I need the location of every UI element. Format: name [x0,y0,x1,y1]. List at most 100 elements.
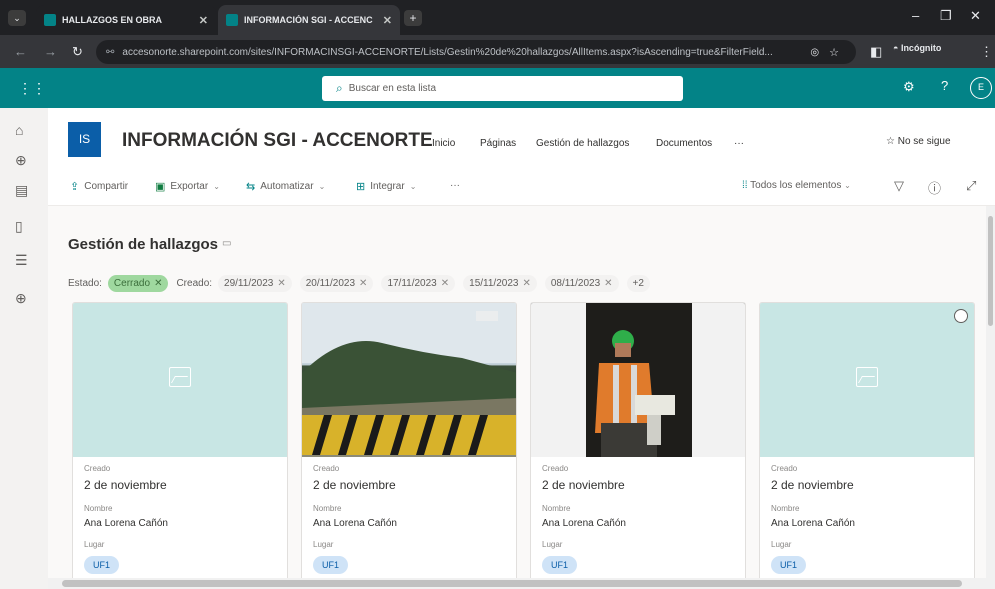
minimize-icon[interactable]: – [912,8,919,23]
side-panel-icon[interactable]: ◧ [870,44,882,60]
news-icon[interactable]: ▤ [15,182,28,199]
command-bar: ⇪ Compartir ▣ Exportar ⌄ ⇆ Automatizar ⌄… [48,168,995,206]
pill-label: 29/11/2023 [224,278,274,289]
info-icon[interactable]: ⓘ [928,178,941,197]
export-label: Exportar [170,181,209,192]
name-value: Ana Lorena Cañón [84,518,168,529]
place-label: Lugar [542,540,563,549]
list-title: Gestión de hallazgos [68,236,219,253]
select-checkbox[interactable] [954,309,968,323]
scrollbar-thumb[interactable] [988,216,993,326]
nav-documentos[interactable]: Documentos [656,138,712,149]
remove-filter-icon[interactable]: ✕ [441,278,449,289]
place-label: Lugar [313,540,334,549]
restore-icon[interactable]: ❐ [940,8,952,24]
name-label: Nombre [84,504,113,513]
globe-icon[interactable]: ⊕ [15,152,27,169]
name-label: Nombre [771,504,800,513]
pill-label: Cerrado [113,278,151,289]
place-label: Lugar [771,540,792,549]
back-icon[interactable]: ← [14,44,27,59]
reload-icon[interactable]: ↻ [72,44,83,60]
browser-tab-informacion[interactable]: INFORMACIÓN SGI - ACCENC ✕ [218,5,400,35]
chevron-down-icon: ⌄ [318,182,326,191]
lists-icon[interactable]: ☰ [15,252,28,269]
integrate-label: Integrar [370,181,405,192]
site-info-icon[interactable]: ⚯ [106,47,114,58]
nav-gestion-hallazgos[interactable]: Gestión de hallazgos [536,138,629,149]
search-input[interactable]: ⌕ Buscar en esta lista [322,76,683,101]
filter-pill-date[interactable]: 29/11/2023 ✕ [218,275,292,292]
bookmark-star-icon[interactable]: ☆ [829,46,839,59]
name-value: Ana Lorena Cañón [771,518,855,529]
fullscreen-icon[interactable]: ⤢ [966,178,976,194]
filter-pill-date[interactable]: 20/11/2023 ✕ [299,275,374,292]
close-tab-icon[interactable]: ✕ [199,14,208,27]
card-photo-worker [531,303,745,457]
created-label: Creado [313,464,340,473]
tracking-icon[interactable]: ◎ [810,47,819,58]
close-tab-icon[interactable]: ✕ [383,14,392,27]
settings-gear-icon[interactable]: ⚙ [903,79,915,95]
list-item-card[interactable]: Creado 2 de noviembre Nombre Ana Lorena … [759,302,975,589]
site-logo[interactable]: IS [68,122,101,157]
pill-label: 15/11/2023 [469,278,519,289]
close-window-icon[interactable]: ✕ [970,8,981,24]
export-button[interactable]: ▣ Exportar ⌄ [155,180,220,193]
view-selector[interactable]: ⁞⁞ Todos los elementos ⌄ [742,180,851,191]
remove-filter-icon[interactable]: ✕ [522,278,530,289]
new-tab-button[interactable]: + [404,10,422,26]
automate-icon: ⇆ [246,181,256,193]
name-label: Nombre [313,504,342,513]
integrate-icon: ⊞ [356,181,366,193]
share-button[interactable]: ⇪ Compartir [70,180,128,193]
browser-tab-hallazgos[interactable]: HALLAZGOS EN OBRA ✕ [36,5,216,35]
filter-pill-date[interactable]: 08/11/2023 ✕ [544,275,619,292]
help-icon[interactable]: ? [941,78,948,93]
forward-icon[interactable]: → [44,44,57,59]
place-label: Lugar [84,540,105,549]
remove-filter-icon[interactable]: ✕ [154,278,162,289]
home-icon[interactable]: ⌂ [15,122,23,138]
more-commands-button[interactable]: ··· [450,180,460,191]
site-title[interactable]: INFORMACIÓN SGI - ACCENORTE [122,130,433,152]
nav-paginas[interactable]: Páginas [480,138,516,149]
app-rail: ⌂ ⊕ ▤ ▯ ☰ ⊕ [0,108,48,589]
url-text: accesonorte.sharepoint.com/sites/INFORMA… [122,46,773,58]
create-icon[interactable]: ⊕ [15,290,27,307]
filter-pill-date[interactable]: 15/11/2023 ✕ [463,275,537,292]
integrate-button[interactable]: ⊞ Integrar ⌄ [356,180,416,193]
remove-filter-icon[interactable]: ✕ [277,278,285,289]
list-item-card[interactable]: Creado 2 de noviembre Nombre Ana Lorena … [530,302,746,589]
horizontal-scrollbar[interactable] [48,578,995,589]
scrollbar-thumb[interactable] [62,580,962,587]
created-value: 2 de noviembre [542,478,625,492]
name-value: Ana Lorena Cañón [542,518,626,529]
place-chip: UF1 [313,556,349,574]
avatar[interactable]: E [970,77,992,99]
files-icon[interactable]: ▯ [15,218,23,235]
list-info-icon[interactable]: ▭ [222,238,231,249]
remove-filter-icon[interactable]: ✕ [359,278,367,289]
image-placeholder-icon [856,367,878,387]
nav-inicio[interactable]: Inicio [432,138,455,149]
filter-pill-date[interactable]: 17/11/2023 ✕ [381,275,456,292]
nav-more[interactable]: ··· [734,138,744,149]
filter-pill-cerrado[interactable]: Cerrado ✕ [107,275,169,292]
sharepoint-favicon-icon [44,14,56,26]
share-icon: ⇪ [70,181,80,193]
tab-search-button[interactable]: ⌄ [8,10,26,26]
vertical-scrollbar[interactable] [986,206,995,578]
address-bar[interactable]: ⚯ accesonorte.sharepoint.com/sites/INFOR… [96,40,856,64]
remove-filter-icon[interactable]: ✕ [604,278,612,289]
browser-menu-icon[interactable]: ⋮ [980,44,993,60]
incognito-indicator[interactable]: ◓ Incógnito [893,43,941,53]
automate-button[interactable]: ⇆ Automatizar ⌄ [246,180,325,193]
more-label: ··· [450,180,460,191]
follow-button[interactable]: ☆ No se sigue [886,136,951,147]
list-item-card[interactable]: Creado 2 de noviembre Nombre Ana Lorena … [301,302,517,589]
app-launcher-icon[interactable]: ⋮⋮ [18,80,46,97]
list-item-card[interactable]: Creado 2 de noviembre Nombre Ana Lorena … [72,302,288,589]
filter-icon[interactable]: ▽ [894,178,904,194]
filter-more-pill[interactable]: +2 [626,275,650,292]
